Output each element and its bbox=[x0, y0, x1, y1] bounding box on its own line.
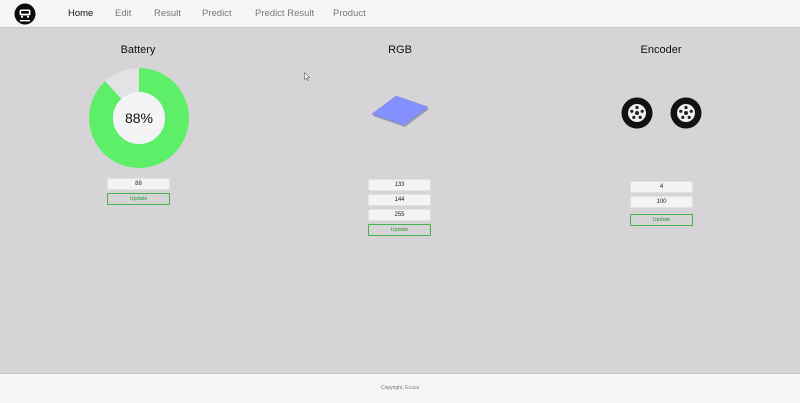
left-wheel-icon bbox=[621, 97, 653, 129]
battery-title: Battery bbox=[120, 44, 156, 56]
right-wheel-icon bbox=[670, 97, 702, 129]
nav-item-edit[interactable]: Edit bbox=[115, 8, 131, 19]
top-navbar: Home Edit Result Predict Predict Result … bbox=[0, 0, 800, 28]
battery-input[interactable]: 88 bbox=[107, 178, 170, 190]
battery-level-label: 88% bbox=[124, 110, 154, 126]
mouse-cursor-icon bbox=[304, 72, 310, 81]
rgb-title: RGB bbox=[388, 44, 412, 56]
rgb-green-input[interactable]: 144 bbox=[368, 194, 431, 206]
footer-copyright: Copyright, Ecuca bbox=[380, 385, 420, 391]
encoder-title: Encoder bbox=[640, 44, 682, 56]
footer: Copyright, Ecuca bbox=[0, 373, 800, 403]
rgb-update-button[interactable]: Update bbox=[368, 224, 431, 236]
encoder-right-input[interactable]: 100 bbox=[630, 196, 693, 208]
battery-update-button[interactable]: Update bbox=[107, 193, 170, 205]
nav-item-predict[interactable]: Predict bbox=[202, 8, 232, 19]
rgb-red-input[interactable]: 133 bbox=[368, 179, 431, 191]
encoder-left-input[interactable]: 4 bbox=[630, 181, 693, 193]
nav-item-predict-result[interactable]: Predict Result bbox=[255, 8, 314, 19]
rgb-blue-input[interactable]: 255 bbox=[368, 209, 431, 221]
rgb-swatch bbox=[371, 95, 429, 127]
nav-item-product[interactable]: Product bbox=[333, 8, 366, 19]
nav-item-result[interactable]: Result bbox=[154, 8, 181, 19]
encoder-update-button[interactable]: Update bbox=[630, 214, 693, 226]
car-icon[interactable] bbox=[14, 3, 36, 25]
nav-item-home[interactable]: Home bbox=[68, 8, 93, 19]
